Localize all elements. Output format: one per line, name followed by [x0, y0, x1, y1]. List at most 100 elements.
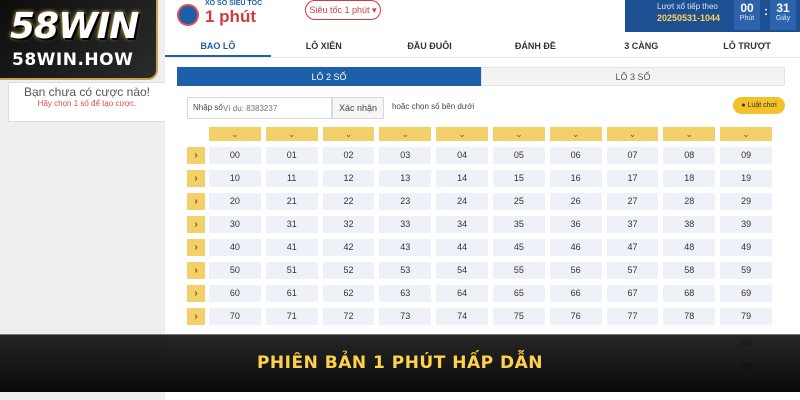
- number-cell[interactable]: 43: [379, 239, 432, 256]
- rules-button[interactable]: ● Luật chơi: [733, 97, 785, 114]
- number-cell[interactable]: 09: [720, 147, 772, 164]
- number-cell[interactable]: 23: [379, 193, 432, 210]
- number-cell[interactable]: 30: [209, 216, 261, 233]
- number-cell[interactable]: 02: [322, 147, 375, 164]
- number-cell[interactable]: 49: [720, 239, 772, 256]
- column-select-button[interactable]: ⌄: [379, 127, 432, 141]
- column-select-button[interactable]: ⌄: [265, 127, 318, 141]
- number-cell[interactable]: 59: [720, 262, 772, 279]
- number-cell[interactable]: 25: [492, 193, 545, 210]
- row-select-button[interactable]: ›: [187, 285, 205, 302]
- number-cell[interactable]: 69: [720, 285, 772, 302]
- row-select-button[interactable]: ›: [187, 170, 205, 187]
- number-cell[interactable]: 45: [492, 239, 545, 256]
- number-cell[interactable]: 21: [265, 193, 318, 210]
- number-cell[interactable]: 22: [322, 193, 375, 210]
- tab-lo-truot[interactable]: LÔ TRƯỢT: [694, 36, 800, 57]
- number-cell[interactable]: 01: [265, 147, 318, 164]
- number-cell[interactable]: 38: [663, 216, 716, 233]
- number-cell[interactable]: 41: [265, 239, 318, 256]
- number-cell[interactable]: 70: [209, 308, 261, 325]
- confirm-button[interactable]: Xác nhận: [332, 97, 384, 119]
- number-cell[interactable]: 54: [436, 262, 488, 279]
- row-select-button[interactable]: ›: [187, 262, 205, 279]
- number-cell[interactable]: 79: [720, 308, 772, 325]
- column-select-button[interactable]: ⌄: [209, 127, 261, 141]
- number-cell[interactable]: 52: [322, 262, 375, 279]
- number-cell[interactable]: 46: [549, 239, 602, 256]
- number-cell[interactable]: 67: [606, 285, 659, 302]
- number-cell[interactable]: 56: [549, 262, 602, 279]
- number-cell[interactable]: 32: [322, 216, 375, 233]
- number-cell[interactable]: 68: [663, 285, 716, 302]
- number-cell[interactable]: 03: [379, 147, 432, 164]
- number-cell[interactable]: 12: [322, 170, 375, 187]
- number-cell[interactable]: 04: [436, 147, 488, 164]
- number-cell[interactable]: 14: [436, 170, 488, 187]
- number-cell[interactable]: 24: [436, 193, 488, 210]
- tab-bao-lo[interactable]: BAO LÔ: [165, 36, 271, 57]
- number-cell[interactable]: 78: [663, 308, 716, 325]
- number-cell[interactable]: 05: [492, 147, 545, 164]
- number-cell[interactable]: 64: [436, 285, 488, 302]
- number-cell[interactable]: 31: [265, 216, 318, 233]
- column-select-button[interactable]: ⌄: [549, 127, 602, 141]
- number-cell[interactable]: 16: [549, 170, 602, 187]
- tab-danh-de[interactable]: ĐÁNH ĐỀ: [482, 36, 588, 57]
- number-cell[interactable]: 51: [265, 262, 318, 279]
- column-select-button[interactable]: ⌄: [720, 127, 772, 141]
- number-cell[interactable]: 33: [379, 216, 432, 233]
- row-select-button[interactable]: ›: [187, 147, 205, 164]
- subtab-lo-3-so[interactable]: LÔ 3 SỐ: [481, 67, 785, 86]
- number-cell[interactable]: 57: [606, 262, 659, 279]
- number-cell[interactable]: 29: [720, 193, 772, 210]
- number-cell[interactable]: 73: [379, 308, 432, 325]
- column-select-button[interactable]: ⌄: [606, 127, 659, 141]
- number-cell[interactable]: 63: [379, 285, 432, 302]
- number-cell[interactable]: 20: [209, 193, 261, 210]
- column-select-button[interactable]: ⌄: [322, 127, 375, 141]
- number-cell[interactable]: 75: [492, 308, 545, 325]
- number-cell[interactable]: 26: [549, 193, 602, 210]
- number-cell[interactable]: 10: [209, 170, 261, 187]
- number-cell[interactable]: 76: [549, 308, 602, 325]
- number-cell[interactable]: 60: [209, 285, 261, 302]
- number-cell[interactable]: 08: [663, 147, 716, 164]
- number-cell[interactable]: 47: [606, 239, 659, 256]
- brand-logo-block[interactable]: 58WIN 58WIN.HOW: [0, 0, 158, 80]
- subtab-lo-2-so[interactable]: LÔ 2 SỐ: [177, 67, 481, 86]
- number-cell[interactable]: 13: [379, 170, 432, 187]
- column-select-button[interactable]: ⌄: [663, 127, 716, 141]
- number-cell[interactable]: 72: [322, 308, 375, 325]
- number-cell[interactable]: 42: [322, 239, 375, 256]
- number-cell[interactable]: 37: [606, 216, 659, 233]
- number-cell[interactable]: 00: [209, 147, 261, 164]
- number-cell[interactable]: 06: [549, 147, 602, 164]
- row-select-button[interactable]: ›: [187, 308, 205, 325]
- number-cell[interactable]: 53: [379, 262, 432, 279]
- row-select-button[interactable]: ›: [187, 216, 205, 233]
- number-cell[interactable]: 36: [549, 216, 602, 233]
- number-cell[interactable]: 17: [606, 170, 659, 187]
- number-cell[interactable]: 77: [606, 308, 659, 325]
- row-select-button[interactable]: ›: [187, 239, 205, 256]
- number-cell[interactable]: 07: [606, 147, 659, 164]
- number-cell[interactable]: 15: [492, 170, 545, 187]
- number-cell[interactable]: 18: [663, 170, 716, 187]
- number-cell[interactable]: 74: [436, 308, 488, 325]
- tab-dau-duoi[interactable]: ĐẦU ĐUÔI: [377, 36, 483, 57]
- tab-lo-xien[interactable]: LÔ XIÊN: [271, 36, 377, 57]
- number-cell[interactable]: 27: [606, 193, 659, 210]
- number-cell[interactable]: 34: [436, 216, 488, 233]
- tab-3-cang[interactable]: 3 CÀNG: [588, 36, 694, 57]
- number-cell[interactable]: 61: [265, 285, 318, 302]
- column-select-button[interactable]: ⌄: [492, 127, 545, 141]
- number-cell[interactable]: 11: [265, 170, 318, 187]
- number-cell[interactable]: 66: [549, 285, 602, 302]
- number-input[interactable]: [223, 100, 328, 116]
- number-cell[interactable]: 40: [209, 239, 261, 256]
- number-cell[interactable]: 55: [492, 262, 545, 279]
- number-cell[interactable]: 50: [209, 262, 261, 279]
- column-select-button[interactable]: ⌄: [436, 127, 488, 141]
- number-cell[interactable]: 48: [663, 239, 716, 256]
